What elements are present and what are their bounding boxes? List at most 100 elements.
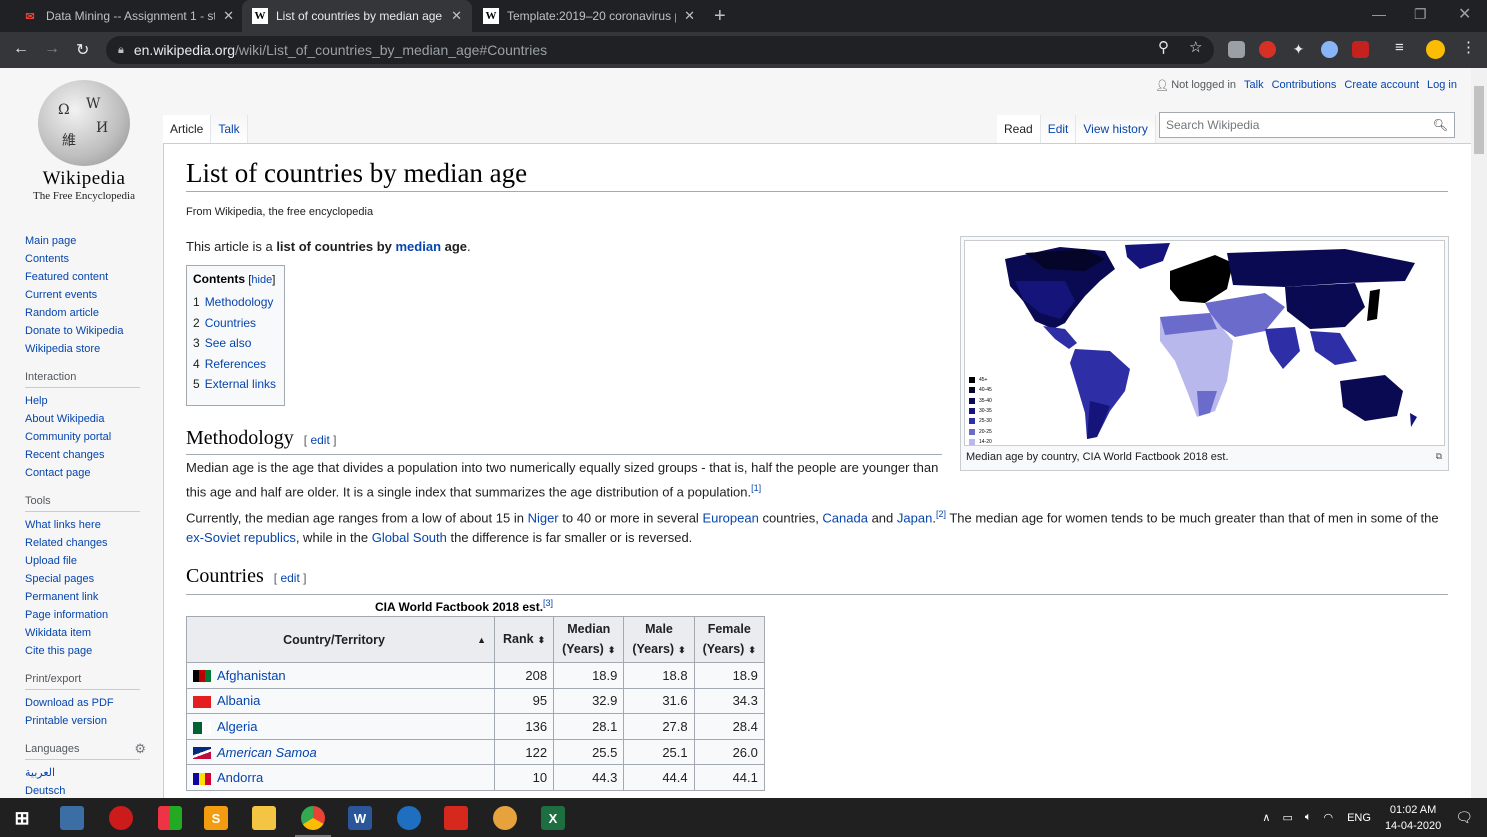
toc-item[interactable]: 1 Methodology — [193, 292, 278, 313]
browser-tab-gmail[interactable]: ✉ Data Mining -- Assignment 1 - st ✕ — [12, 0, 244, 32]
sort-icon[interactable]: ⬍ — [678, 645, 686, 655]
extension-arrow-icon[interactable] — [1352, 41, 1369, 58]
wikipedia-logo[interactable]: Ω W И 維 Wikipedia The Free Encyclopedia — [24, 80, 144, 202]
country-link[interactable]: Albania — [217, 693, 260, 708]
toc-hide-link[interactable]: hide — [251, 274, 272, 286]
close-icon[interactable]: ✕ — [451, 8, 462, 24]
sidebar-item-contact-page[interactable]: Contact page — [25, 464, 140, 482]
country-link[interactable]: Andorra — [217, 770, 263, 785]
extension-icon[interactable] — [1228, 41, 1245, 58]
tab-view-history[interactable]: View history — [1076, 115, 1156, 143]
toc-item[interactable]: 4 References — [193, 354, 278, 375]
country-link[interactable]: Afghanistan — [217, 668, 286, 683]
desktop-app-icon[interactable] — [60, 806, 84, 830]
sidebar-item-donate[interactable]: Donate to Wikipedia — [25, 322, 140, 340]
sidebar-item-community-portal[interactable]: Community portal — [25, 428, 140, 446]
create-account-link[interactable]: Create account — [1344, 79, 1419, 92]
profile-avatar[interactable] — [1426, 40, 1445, 59]
chrome-icon[interactable] — [301, 806, 325, 830]
tab-article[interactable]: Article — [163, 115, 212, 143]
column-header-rank[interactable]: Rank ⬍ — [493, 616, 555, 663]
talk-link[interactable]: Talk — [1244, 79, 1264, 92]
sort-icon[interactable]: ⬍ — [748, 645, 756, 655]
emoji-app-icon[interactable] — [493, 806, 517, 830]
sidebar-item-download-pdf[interactable]: Download as PDF — [25, 694, 140, 712]
close-icon[interactable]: ✕ — [684, 8, 695, 24]
acrobat-icon[interactable] — [444, 806, 468, 830]
sublime-text-icon[interactable]: S — [204, 806, 228, 830]
extension-globe-icon[interactable] — [1321, 41, 1338, 58]
page-scrollbar[interactable] — [1471, 68, 1487, 798]
japan-link[interactable]: Japan — [897, 510, 932, 525]
window-close-icon[interactable]: ✕ — [1458, 4, 1471, 24]
notification-icon[interactable]: 🗨︎ — [1455, 809, 1473, 826]
search-icon[interactable]: 🔍︎ — [1433, 113, 1448, 137]
sidebar-item-lang-deutsch[interactable]: Deutsch — [25, 782, 140, 798]
sort-ascending-icon[interactable]: ▲ — [477, 630, 486, 650]
reference-link[interactable]: [3] — [543, 598, 553, 608]
toc-link[interactable]: Methodology — [205, 295, 274, 309]
tab-edit[interactable]: Edit — [1040, 115, 1077, 143]
tab-talk[interactable]: Talk — [211, 115, 248, 143]
maximize-icon[interactable]: ❐ — [1414, 6, 1427, 23]
toc-link[interactable]: External links — [205, 377, 276, 391]
toc-link[interactable]: References — [205, 357, 266, 371]
windows-start-icon[interactable]: ⊞ — [10, 806, 34, 830]
sidebar-item-printable-version[interactable]: Printable version — [25, 712, 140, 730]
sidebar-item-current-events[interactable]: Current events — [25, 286, 140, 304]
browser-tab-wikipedia[interactable]: W List of countries by median age - ✕ — [242, 0, 472, 32]
menu-dots-icon[interactable]: ⋮ — [1461, 38, 1476, 56]
sidebar-item-lang-arabic[interactable]: العربية — [25, 764, 140, 782]
bookmark-star-icon[interactable]: ☆ — [1189, 38, 1202, 56]
sidebar-item-about[interactable]: About Wikipedia — [25, 410, 140, 428]
extension-bird-icon[interactable]: ✦ — [1290, 41, 1307, 58]
sidebar-item-store[interactable]: Wikipedia store — [25, 340, 140, 358]
app-grid-icon[interactable] — [158, 806, 182, 830]
edit-section-link[interactable]: edit — [310, 433, 329, 447]
country-link[interactable]: Algeria — [217, 719, 257, 734]
enlarge-icon[interactable]: ⧉ — [1436, 451, 1442, 462]
sidebar-item-help[interactable]: Help — [25, 392, 140, 410]
sidebar-item-wikidata-item[interactable]: Wikidata item — [25, 624, 140, 642]
sidebar-item-cite-this-page[interactable]: Cite this page — [25, 642, 140, 660]
column-header-female[interactable]: Female (Years) ⬍ — [693, 616, 765, 663]
niger-link[interactable]: Niger — [528, 510, 559, 525]
excel-icon[interactable]: X — [541, 806, 565, 830]
forward-arrow-icon[interactable]: → — [44, 40, 60, 58]
log-in-link[interactable]: Log in — [1427, 79, 1457, 92]
battery-icon[interactable]: ▭ — [1282, 811, 1292, 824]
contributions-link[interactable]: Contributions — [1272, 79, 1337, 92]
column-header-male[interactable]: Male (Years) ⬍ — [623, 616, 695, 663]
country-link[interactable]: American Samoa — [217, 745, 317, 760]
search-input[interactable]: Search Wikipedia 🔍︎ — [1159, 112, 1455, 138]
global-south-link[interactable]: Global South — [372, 530, 447, 545]
sidebar-item-featured-content[interactable]: Featured content — [25, 268, 140, 286]
thunderbird-icon[interactable] — [397, 806, 421, 830]
reference-link[interactable]: [1] — [751, 483, 761, 493]
sidebar-item-what-links-here[interactable]: What links here — [25, 516, 140, 534]
address-bar[interactable]: 🔒︎ en.wikipedia.org/wiki/List_of_countri… — [106, 36, 1214, 64]
chevron-up-icon[interactable]: ∧ — [1262, 811, 1270, 824]
column-header-median[interactable]: Median (Years) ⬍ — [553, 616, 625, 663]
toc-item[interactable]: 2 Countries — [193, 313, 278, 334]
edit-section-link[interactable]: edit — [280, 571, 299, 585]
sidebar-item-main-page[interactable]: Main page — [25, 232, 140, 250]
toc-link[interactable]: See also — [205, 336, 252, 350]
ex-soviet-link[interactable]: ex-Soviet republics — [186, 530, 296, 545]
file-explorer-icon[interactable] — [252, 806, 276, 830]
gear-icon[interactable]: ⚙ — [134, 742, 146, 756]
median-link[interactable]: median — [396, 239, 442, 254]
toc-link[interactable]: Countries — [205, 316, 256, 330]
word-icon[interactable]: W — [348, 806, 372, 830]
sidebar-item-special-pages[interactable]: Special pages — [25, 570, 140, 588]
median-age-world-map[interactable]: 45+ 40-45 35-40 30-35 25-30 20-25 14-20 — [964, 240, 1445, 446]
minimize-icon[interactable]: — — [1372, 6, 1386, 22]
media-control-icon[interactable]: ≡ — [1395, 39, 1404, 56]
wifi-icon[interactable]: ◠ — [1323, 811, 1333, 824]
opera-icon[interactable] — [109, 806, 133, 830]
tab-read[interactable]: Read — [997, 115, 1041, 143]
browser-tab-template[interactable]: W Template:2019–20 coronavirus p ✕ — [473, 0, 705, 32]
system-clock[interactable]: 01:02 AM 14-04-2020 — [1385, 802, 1441, 834]
sidebar-item-permanent-link[interactable]: Permanent link — [25, 588, 140, 606]
language-indicator[interactable]: ENG — [1347, 812, 1371, 824]
